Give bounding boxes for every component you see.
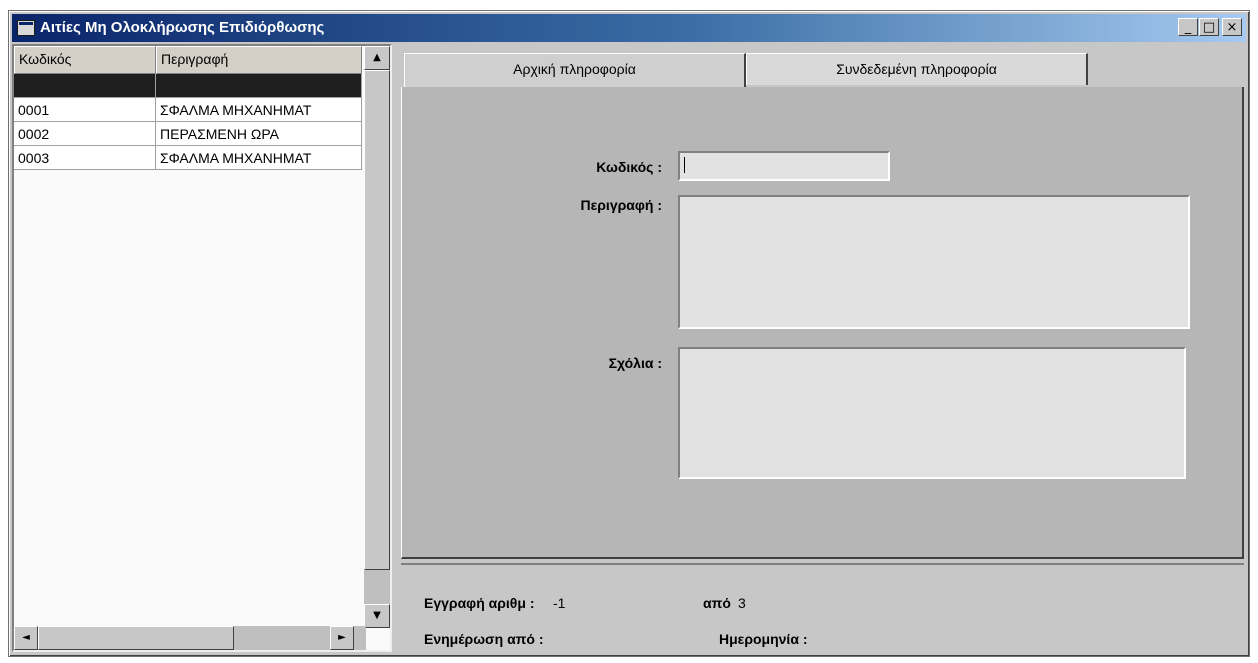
window-title: Αιτίες Μη Ολοκλήρωσης Επιδιόρθωσης — [40, 19, 325, 36]
cell-description[interactable]: ΣΦΑΛΜΑ ΜΗΧΑΝΗΜΑΤ — [156, 98, 362, 122]
table-row[interactable]: 0001 ΣΦΑΛΜΑ ΜΗΧΑΝΗΜΑΤ — [14, 98, 362, 122]
tab-basic-info[interactable]: Αρχική πληροφορία — [404, 53, 746, 87]
vertical-scrollbar[interactable]: ▲ ▼ — [364, 46, 390, 628]
cell-code[interactable] — [14, 74, 156, 98]
horizontal-scrollbar[interactable]: ◄ ► — [14, 626, 366, 650]
cell-description[interactable]: ΣΦΑΛΜΑ ΜΗΧΑΝΗΜΑΤ — [156, 146, 362, 170]
tab-panel: Κωδικός : Περιγραφή : Σχόλια : — [401, 87, 1244, 559]
record-number-label: Εγγραφή αριθμ : — [424, 595, 535, 611]
title-bar[interactable]: Αιτίες Μη Ολοκλήρωσης Επιδιόρθωσης _ □ × — [12, 14, 1246, 42]
maximize-button[interactable]: □ — [1199, 18, 1219, 36]
table-row[interactable]: 0003 ΣΦΑΛΜΑ ΜΗΧΑΝΗΜΑΤ — [14, 146, 362, 170]
close-button[interactable]: × — [1222, 18, 1242, 36]
records-grid[interactable]: Κωδικός Περιγραφή 0001 ΣΦΑΛΜΑ ΜΗΧΑΝΗΜΑΤ … — [12, 44, 392, 652]
grid-body: 0001 ΣΦΑΛΜΑ ΜΗΧΑΝΗΜΑΤ 0002 ΠΕΡΑΣΜΕΝΗ ΩΡΑ… — [14, 74, 362, 170]
application-window: Αιτίες Μη Ολοκλήρωσης Επιδιόρθωσης _ □ ×… — [8, 10, 1250, 657]
description-label: Περιγραφή : — [580, 197, 662, 213]
window-icon[interactable] — [17, 20, 35, 36]
tab-related-info[interactable]: Συνδεδεμένη πληροφορία — [746, 53, 1088, 85]
status-area: Εγγραφή αριθμ : -1 από 3 Ενημέρωση από :… — [401, 563, 1244, 653]
minimize-button[interactable]: _ — [1178, 18, 1198, 36]
cell-code[interactable]: 0001 — [14, 98, 156, 122]
description-field[interactable] — [678, 195, 1190, 329]
column-header-code[interactable]: Κωδικός — [14, 46, 156, 74]
table-row[interactable] — [14, 74, 362, 98]
grid-header: Κωδικός Περιγραφή — [14, 46, 362, 74]
cell-description[interactable]: ΠΕΡΑΣΜΕΝΗ ΩΡΑ — [156, 122, 362, 146]
record-total-value: 3 — [738, 595, 746, 611]
record-of-label: από — [703, 595, 731, 611]
horizontal-scroll-thumb[interactable] — [38, 626, 234, 650]
table-row[interactable]: 0002 ΠΕΡΑΣΜΕΝΗ ΩΡΑ — [14, 122, 362, 146]
updated-by-label: Ενημέρωση από : — [424, 631, 544, 647]
comments-label: Σχόλια : — [608, 355, 662, 371]
comments-field[interactable] — [678, 347, 1186, 479]
scroll-up-icon[interactable]: ▲ — [364, 46, 390, 70]
code-label: Κωδικός : — [596, 159, 662, 175]
text-caret — [684, 157, 685, 173]
record-number-value: -1 — [553, 595, 566, 611]
vertical-scroll-thumb[interactable] — [364, 70, 390, 570]
code-field[interactable] — [678, 151, 890, 181]
scroll-right-icon[interactable]: ► — [330, 626, 354, 650]
cell-description[interactable] — [156, 74, 362, 98]
date-label: Ημερομηνία : — [719, 631, 808, 647]
cell-code[interactable]: 0003 — [14, 146, 156, 170]
column-header-description[interactable]: Περιγραφή — [156, 46, 362, 74]
scroll-left-icon[interactable]: ◄ — [14, 626, 38, 650]
scroll-down-icon[interactable]: ▼ — [364, 604, 390, 628]
cell-code[interactable]: 0002 — [14, 122, 156, 146]
